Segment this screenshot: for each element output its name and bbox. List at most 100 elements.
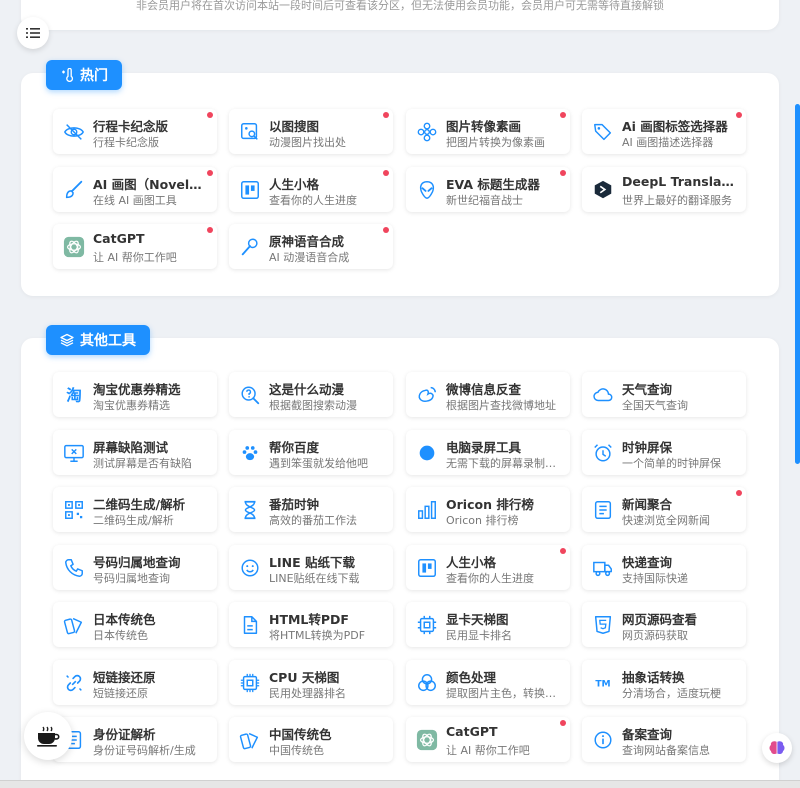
tool-card[interactable]: AI 画图（NovelAI） 在线 AI 画图工具: [53, 166, 217, 212]
assistant-button[interactable]: [762, 733, 792, 763]
tool-card[interactable]: 颜色处理提取图片主色，转换颜色格式: [406, 659, 570, 705]
tool-card[interactable]: 人生小格 查看你的人生进度: [229, 166, 393, 212]
tool-card[interactable]: 显卡天梯图 民用显卡排名: [406, 602, 570, 647]
hot-section-label: 热门: [80, 68, 108, 84]
tool-card[interactable]: 番茄时钟 高效的番茄工作法: [229, 487, 393, 532]
phone-icon: [62, 556, 86, 580]
tool-card[interactable]: 淘淘宝优惠券精选 淘宝优惠券精选: [53, 372, 217, 417]
html5-icon: [591, 613, 615, 637]
tool-card[interactable]: 快递查询 支持国际快递: [582, 544, 746, 590]
tool-card-title: 备案查询: [622, 727, 673, 742]
image-search-icon: [238, 120, 262, 144]
alarm-clock-icon: [591, 441, 615, 465]
tool-card[interactable]: 日本传统色 日本传统色: [53, 602, 217, 647]
swatch-icon: [238, 728, 262, 752]
file-icon: [238, 613, 262, 637]
tool-card[interactable]: 屏幕缺陷测试 测试屏幕是否有缺陷: [53, 429, 217, 475]
tool-card-desc: 提取图片主色，转换颜色格式: [446, 686, 562, 700]
tool-card[interactable]: 号码归属地查询 号码归属地查询: [53, 544, 217, 590]
tool-card[interactable]: Oricon 排行榜 Oricon 排行榜: [406, 487, 570, 532]
tool-card-desc: 查看你的人生进度: [446, 571, 534, 585]
tool-card-desc: AI 画图描述选择器: [622, 136, 714, 149]
tool-card-desc: 测试屏幕是否有缺陷: [93, 456, 192, 470]
tool-card[interactable]: 新闻聚合 快速浏览全网新闻: [582, 487, 746, 532]
tool-card-title: CatGPT: [93, 231, 145, 246]
tool-card[interactable]: 以图搜图 动漫图片找出处: [229, 109, 393, 154]
tool-card[interactable]: 电脑录屏工具 无需下载的屏幕录制工具: [406, 429, 570, 475]
tool-card[interactable]: EVA 标题生成器 新世纪福音战士: [406, 166, 570, 212]
coffee-button[interactable]: [24, 712, 72, 760]
bar-chart-icon: [415, 498, 439, 522]
tool-card[interactable]: LINE 贴纸下载 LINE贴纸在线下载: [229, 544, 393, 590]
tool-card-desc: 将HTML转换为PDF: [269, 629, 366, 642]
tool-card-title: 以图搜图: [269, 119, 320, 134]
tool-card-title: 二维码生成/解析: [93, 497, 186, 512]
tool-card-title: 微博信息反查: [446, 382, 522, 397]
question-search-icon: [238, 383, 262, 407]
tool-card[interactable]: 帮你百度 遇到笨蛋就发给他吧: [229, 429, 393, 475]
tool-card-desc: 查看你的人生进度: [269, 193, 357, 207]
scrollbar-thumb[interactable]: [795, 104, 800, 464]
tool-card-title: 天气查询: [622, 382, 673, 397]
openai-icon: [415, 728, 439, 752]
tool-card[interactable]: 这是什么动漫 根据截图搜索动漫: [229, 372, 393, 417]
tool-card-title: AI 画图（NovelAI）: [93, 176, 209, 192]
tool-card[interactable]: 原神语音合成 AI 动漫语音合成: [229, 224, 393, 269]
tool-card[interactable]: 行程卡纪念版 行程卡纪念版: [53, 109, 217, 154]
brain-icon: [769, 741, 785, 755]
new-badge-dot: [560, 169, 566, 176]
tool-card[interactable]: 短链接还原 短链接还原: [53, 659, 217, 705]
tool-card[interactable]: 图片转像素画 把图片转换为像素画: [406, 109, 570, 154]
tool-card[interactable]: 备案查询 查询网站备案信息: [582, 717, 746, 762]
menu-button[interactable]: [17, 17, 49, 49]
tool-card[interactable]: CPU 天梯图 民用处理器排名: [229, 659, 393, 705]
tool-card-desc: 二维码生成/解析: [93, 514, 174, 527]
svg-text:淘: 淘: [66, 386, 82, 405]
new-badge-dot: [207, 227, 213, 233]
tool-card-desc: 快速浏览全网新闻: [622, 514, 710, 527]
tool-card-title: LINE 贴纸下载: [269, 554, 355, 570]
tool-card-title: 帮你百度: [269, 439, 320, 455]
tool-card[interactable]: Ai 画图标签选择器 AI 画图描述选择器: [582, 109, 746, 154]
tool-card-desc: 中国传统色: [269, 744, 324, 757]
tool-card-title: 显卡天梯图: [446, 612, 509, 627]
tool-card[interactable]: HTML转PDF 将HTML转换为PDF: [229, 602, 393, 647]
truck-icon: [591, 556, 615, 580]
tools-section-tag: 其他工具: [46, 325, 150, 355]
hot-section: 热门 行程卡纪念版 行程卡纪念版 以图搜图 动漫图片找出处 图片转像素画 把图片转换为像素…: [21, 60, 779, 296]
tool-card-desc: 根据图片查找微博地址: [446, 399, 556, 412]
tool-card-desc: 遇到笨蛋就发给他吧: [269, 456, 368, 470]
monitor-x-icon: [62, 441, 86, 465]
tool-card[interactable]: 人生小格 查看你的人生进度: [406, 544, 570, 590]
tool-card[interactable]: CatGPT 让 AI 帮你工作吧: [53, 224, 217, 269]
tool-card-title: CatGPT: [446, 724, 498, 739]
tool-card-title: Oricon 排行榜: [446, 497, 534, 512]
tool-card-title: 网页源码查看: [622, 612, 698, 627]
new-badge-dot: [383, 112, 389, 118]
tool-card-desc: 无需下载的屏幕录制工具: [446, 456, 562, 470]
tools-section: 其他工具 淘淘宝优惠券精选 淘宝优惠券精选 这是什么动漫 根据截图搜索动漫 微博信息反查…: [21, 325, 779, 788]
tool-card[interactable]: 微博信息反查根据图片查找微博地址: [406, 372, 570, 417]
tool-card-desc: 高效的番茄工作法: [269, 514, 357, 527]
tool-card-title: DeepL Translator: [622, 173, 738, 189]
deepl-icon: [591, 178, 615, 202]
tool-card-desc: 身份证号码解析/生成: [93, 744, 196, 757]
tool-card[interactable]: 天气查询全国天气查询: [582, 372, 746, 417]
new-badge-dot: [560, 720, 566, 726]
tool-card-desc: 把图片转换为像素画: [446, 136, 545, 149]
tool-card[interactable]: TM 抽象话转换 分清场合，适度玩梗: [582, 659, 746, 705]
tool-card[interactable]: CatGPT 让 AI 帮你工作吧: [406, 717, 570, 762]
tool-card-desc: 日本传统色: [93, 629, 148, 642]
brush-icon: [62, 178, 86, 202]
tool-card[interactable]: 时钟屏保 一个简单的时钟屏保: [582, 429, 746, 475]
paw-icon: [238, 441, 262, 465]
tm-icon: TM: [591, 671, 615, 695]
tool-card[interactable]: 中国传统色 中国传统色: [229, 717, 393, 762]
tool-card[interactable]: 二维码生成/解析 二维码生成/解析: [53, 487, 217, 532]
tool-card[interactable]: 网页源码查看 网页源码获取: [582, 602, 746, 647]
tool-card[interactable]: DeepL Translator 世界上最好的翻译服务: [582, 166, 746, 212]
horizontal-scrollbar[interactable]: [0, 780, 800, 788]
tool-card-desc: 全国天气查询: [622, 399, 688, 412]
tool-card-title: 电脑录屏工具: [446, 439, 522, 455]
tool-card[interactable]: 身份证解析 身份证号码解析/生成: [53, 717, 217, 762]
